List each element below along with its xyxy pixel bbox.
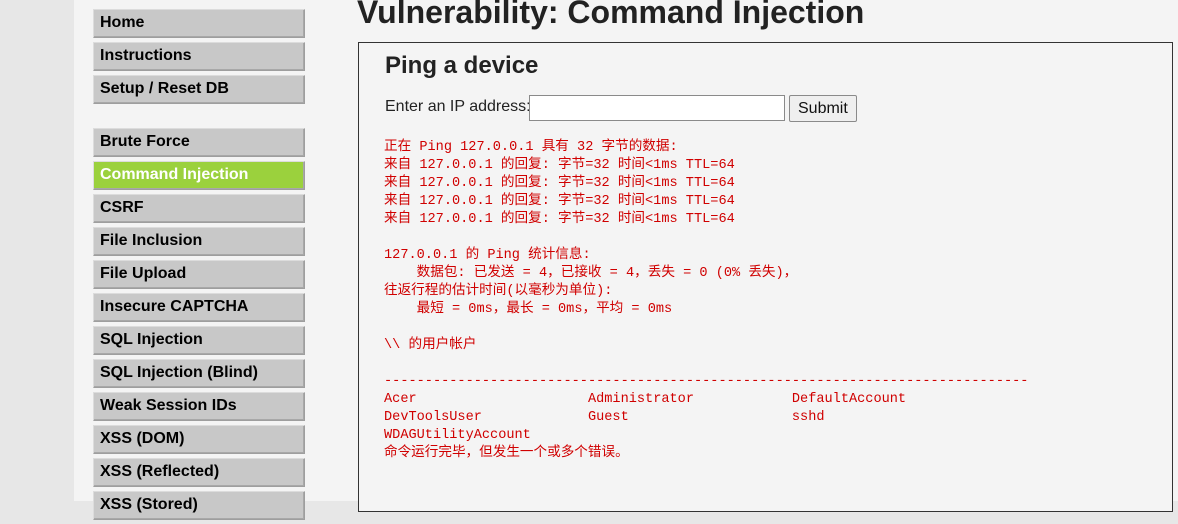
main-content: Vulnerability: Command Injection Ping a … xyxy=(324,0,1178,512)
page-title: Vulnerability: Command Injection xyxy=(357,0,865,30)
output-line: DevToolsUser Guest sshd xyxy=(384,410,825,425)
menu-item-insecure-captcha[interactable]: Insecure CAPTCHA xyxy=(93,293,305,322)
ip-address-label: Enter an IP address: xyxy=(385,98,531,115)
output-line: 127.0.0.1 的 Ping 统计信息: xyxy=(384,248,591,263)
section-heading: Ping a device xyxy=(385,52,539,79)
output-line: \\ 的用户帐户 xyxy=(384,338,477,353)
output-line: ----------------------------------------… xyxy=(384,374,1029,389)
menu-item-file-upload[interactable]: File Upload xyxy=(93,260,305,289)
command-output: 正在 Ping 127.0.0.1 具有 32 字节的数据: 来自 127.0.0… xyxy=(384,139,1028,463)
output-line: 来自 127.0.0.1 的回复: 字节=32 时间<1ms TTL=64 xyxy=(384,194,735,209)
output-line: 来自 127.0.0.1 的回复: 字节=32 时间<1ms TTL=64 xyxy=(384,176,735,191)
menu-item-brute-force[interactable]: Brute Force xyxy=(93,128,305,157)
output-line: WDAGUtilityAccount xyxy=(384,428,531,443)
output-line: Acer Administrator DefaultAccount xyxy=(384,392,907,407)
output-line: 命令运行完毕，但发生一个或多个错误。 xyxy=(384,446,629,461)
menu-item-instructions[interactable]: Instructions xyxy=(93,42,305,71)
menu-item-xss-reflected[interactable]: XSS (Reflected) xyxy=(93,458,305,487)
menu-item-xss-stored[interactable]: XSS (Stored) xyxy=(93,491,305,520)
output-line: 正在 Ping 127.0.0.1 具有 32 字节的数据: xyxy=(384,140,678,155)
sidebar-menu: Home Instructions Setup / Reset DB Brute F… xyxy=(74,0,324,520)
output-line: 数据包: 已发送 = 4，已接收 = 4，丢失 = 0 (0% 丢失)， xyxy=(384,266,798,281)
output-line: 来自 127.0.0.1 的回复: 字节=32 时间<1ms TTL=64 xyxy=(384,212,735,227)
menu-item-sql-injection[interactable]: SQL Injection xyxy=(93,326,305,355)
menu-item-setup-reset-db[interactable]: Setup / Reset DB xyxy=(93,75,305,104)
output-line: 往返行程的估计时间(以毫秒为单位): xyxy=(384,284,613,299)
menu-item-csrf[interactable]: CSRF xyxy=(93,194,305,223)
submit-button[interactable]: Submit xyxy=(789,95,857,122)
menu-item-xss-dom[interactable]: XSS (DOM) xyxy=(93,425,305,454)
menu-item-sql-injection-blind[interactable]: SQL Injection (Blind) xyxy=(93,359,305,388)
menu-group-vulnerabilities: Brute Force Command Injection CSRF File Inc… xyxy=(93,128,305,524)
vulnerable-code-area: Ping a device Enter an IP address: Submi… xyxy=(358,42,1173,512)
menu-item-file-inclusion[interactable]: File Inclusion xyxy=(93,227,305,256)
menu-group-main: Home Instructions Setup / Reset DB xyxy=(93,9,305,108)
ip-address-input[interactable] xyxy=(529,95,785,121)
menu-item-weak-session-ids[interactable]: Weak Session IDs xyxy=(93,392,305,421)
output-line: 最短 = 0ms，最长 = 0ms，平均 = 0ms xyxy=(384,302,673,317)
menu-item-home[interactable]: Home xyxy=(93,9,305,38)
output-line: 来自 127.0.0.1 的回复: 字节=32 时间<1ms TTL=64 xyxy=(384,158,735,173)
page-left-margin xyxy=(0,0,74,501)
menu-item-command-injection[interactable]: Command Injection xyxy=(93,161,305,190)
